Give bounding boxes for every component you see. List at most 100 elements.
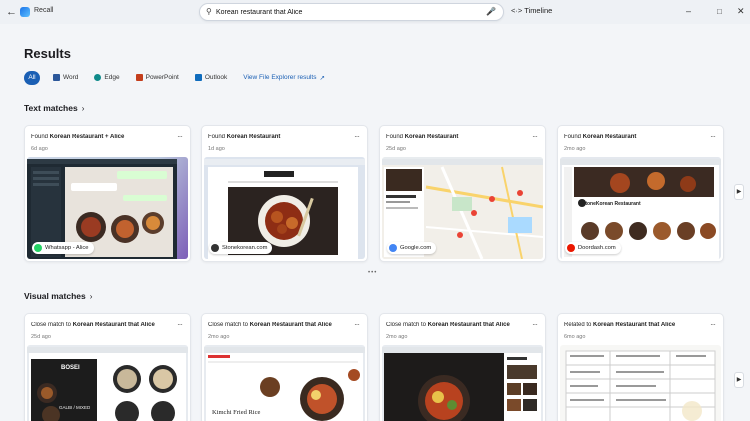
- more-options-icon[interactable]: ···: [532, 132, 538, 141]
- more-options-icon[interactable]: ···: [354, 132, 360, 141]
- document-form-screenshot-graphic: [565, 350, 716, 421]
- kimchi-fried-rice-text: Kimchi Fried Rice: [212, 409, 261, 416]
- screenshot-thumbnail: Kimchi Fried Rice: [204, 345, 365, 421]
- more-options-icon[interactable]: ···: [177, 320, 183, 329]
- card-age: 25d ago: [386, 146, 406, 152]
- more-options-icon[interactable]: ···: [354, 320, 360, 329]
- outlook-icon: [194, 74, 202, 81]
- text-match-card[interactable]: Found Korean Restaurant + Alice 6d ago ·…: [24, 125, 191, 262]
- file-explorer-link[interactable]: View File Explorer results ↗: [240, 71, 328, 85]
- card-title: Close match to Korean Restaurant that Al…: [386, 322, 510, 328]
- source-badge: Google.com: [387, 242, 437, 254]
- source-label: Whatsapp - Alice: [45, 245, 89, 251]
- visual-matches-label: Visual matches: [24, 291, 86, 301]
- scroll-right-button[interactable]: ▶: [734, 184, 744, 200]
- card-age: 1d ago: [208, 146, 225, 152]
- card-title: Close match to Korean Restaurant that Al…: [208, 322, 332, 328]
- source-badge: Doordash.com: [565, 242, 621, 254]
- source-badge: Stonekorean.com: [209, 242, 273, 254]
- source-label: Stonekorean.com: [222, 245, 268, 251]
- menu-sub-text: GALBI / MIXED: [59, 405, 91, 410]
- filter-all[interactable]: All: [24, 70, 40, 85]
- title-bar: ← Recall ⚲ 🎤 <·> Timeline – □ ✕: [0, 0, 750, 24]
- screenshot-thumbnail: Whatsapp - Alice: [27, 157, 188, 259]
- minimize-icon[interactable]: –: [686, 6, 691, 16]
- card-title: Close match to Korean Restaurant that Al…: [31, 322, 155, 328]
- close-icon[interactable]: ✕: [737, 6, 745, 17]
- word-icon: [53, 74, 60, 81]
- menu-screenshot-graphic: [27, 347, 188, 421]
- google-icon: [389, 244, 397, 252]
- search-box[interactable]: ⚲ 🎤: [199, 3, 504, 21]
- card-title: Related to Korean Restaurant that Alice: [564, 322, 676, 328]
- back-arrow-icon[interactable]: ←: [6, 6, 17, 18]
- edge-icon: [94, 74, 102, 81]
- more-options-icon[interactable]: ···: [177, 132, 183, 141]
- filter-edge-label: Edge: [104, 74, 120, 81]
- stonekorean-site-icon: [211, 244, 219, 252]
- text-matches-label: Text matches: [24, 103, 78, 113]
- text-match-card[interactable]: Found Korean Restaurant 25d ago ··· Goog…: [379, 125, 546, 262]
- more-options-icon[interactable]: ···: [532, 320, 538, 329]
- search-input[interactable]: [216, 6, 476, 19]
- filter-all-label: All: [28, 74, 36, 81]
- text-matches-heading[interactable]: Text matches ›: [24, 103, 84, 113]
- visual-match-card[interactable]: Related to Korean Restaurant that Alice …: [557, 313, 724, 421]
- carousel-pager-dots[interactable]: •••: [368, 270, 377, 276]
- filter-powerpoint-label: PowerPoint: [145, 74, 179, 81]
- visual-match-card[interactable]: Close match to Korean Restaurant that Al…: [379, 313, 546, 421]
- doordash-icon: [567, 244, 575, 252]
- app-title: Recall: [34, 7, 54, 14]
- menu-sign-text: BOSEI: [61, 365, 80, 371]
- more-options-icon[interactable]: ···: [710, 320, 716, 329]
- card-age: 2mo ago: [564, 146, 586, 152]
- powerpoint-icon: [135, 74, 143, 81]
- maximize-icon[interactable]: □: [717, 7, 722, 16]
- card-title: Found Korean Restaurant + Alice: [31, 134, 125, 140]
- timeline-label: Timeline: [524, 6, 553, 15]
- filter-edge[interactable]: Edge: [91, 71, 122, 85]
- chevron-right-icon: ›: [81, 104, 85, 113]
- chevron-right-icon: ▶: [736, 377, 742, 383]
- card-title: Found Korean Restaurant: [208, 134, 281, 140]
- more-options-icon[interactable]: ···: [710, 132, 716, 141]
- screenshot-thumbnail: [560, 345, 721, 421]
- screenshot-thumbnail: Stonekorean.com: [204, 157, 365, 259]
- screenshot-thumbnail: [382, 345, 543, 421]
- visual-matches-heading[interactable]: Visual matches ›: [24, 291, 92, 301]
- source-label: Google.com: [400, 245, 432, 251]
- filter-bar: All Word Edge PowerPoint Outlook View Fi…: [24, 70, 328, 85]
- filter-outlook[interactable]: Outlook: [192, 71, 230, 85]
- external-link-icon: ↗: [319, 74, 325, 82]
- filter-word-label: Word: [63, 74, 79, 81]
- filter-outlook-label: Outlook: [204, 74, 228, 81]
- search-icon: ⚲: [206, 7, 212, 16]
- filter-powerpoint[interactable]: PowerPoint: [133, 71, 182, 85]
- results-heading: Results: [24, 46, 71, 61]
- source-badge: Whatsapp - Alice: [32, 242, 94, 254]
- screenshot-thumbnail: Google.com: [382, 157, 543, 259]
- visual-match-card[interactable]: Close match to Korean Restaurant that Al…: [24, 313, 191, 421]
- screenshot-thumbnail: StoneKorean Restaurant Doordash.com: [560, 157, 721, 259]
- card-age: 2mo ago: [386, 334, 408, 340]
- bibimbap-screenshot-graphic: [382, 347, 543, 421]
- card-age: 6d ago: [31, 146, 48, 152]
- card-title: Found Korean Restaurant: [564, 134, 637, 140]
- scroll-right-button[interactable]: ▶: [734, 372, 744, 388]
- microphone-icon[interactable]: 🎤: [486, 7, 496, 16]
- recall-logo-icon: [20, 7, 30, 17]
- card-age: 6mo ago: [564, 334, 586, 340]
- whatsapp-icon: [34, 244, 42, 252]
- chevron-right-icon: ▶: [736, 189, 742, 195]
- card-age: 2mo ago: [208, 334, 230, 340]
- thumb-header-text: StoneKorean Restaurant: [582, 201, 641, 207]
- timeline-button[interactable]: <·> Timeline: [511, 6, 552, 15]
- card-title: Found Korean Restaurant: [386, 134, 459, 140]
- visual-match-card[interactable]: Close match to Korean Restaurant that Al…: [201, 313, 368, 421]
- source-label: Doordash.com: [578, 245, 616, 251]
- text-match-card[interactable]: Found Korean Restaurant 2mo ago ··· Ston…: [557, 125, 724, 262]
- filter-word[interactable]: Word: [50, 71, 81, 85]
- text-match-card[interactable]: Found Korean Restaurant 1d ago ··· Stone…: [201, 125, 368, 262]
- card-age: 25d ago: [31, 334, 51, 340]
- screenshot-thumbnail: BOSEI GALBI / MIXED: [27, 345, 188, 421]
